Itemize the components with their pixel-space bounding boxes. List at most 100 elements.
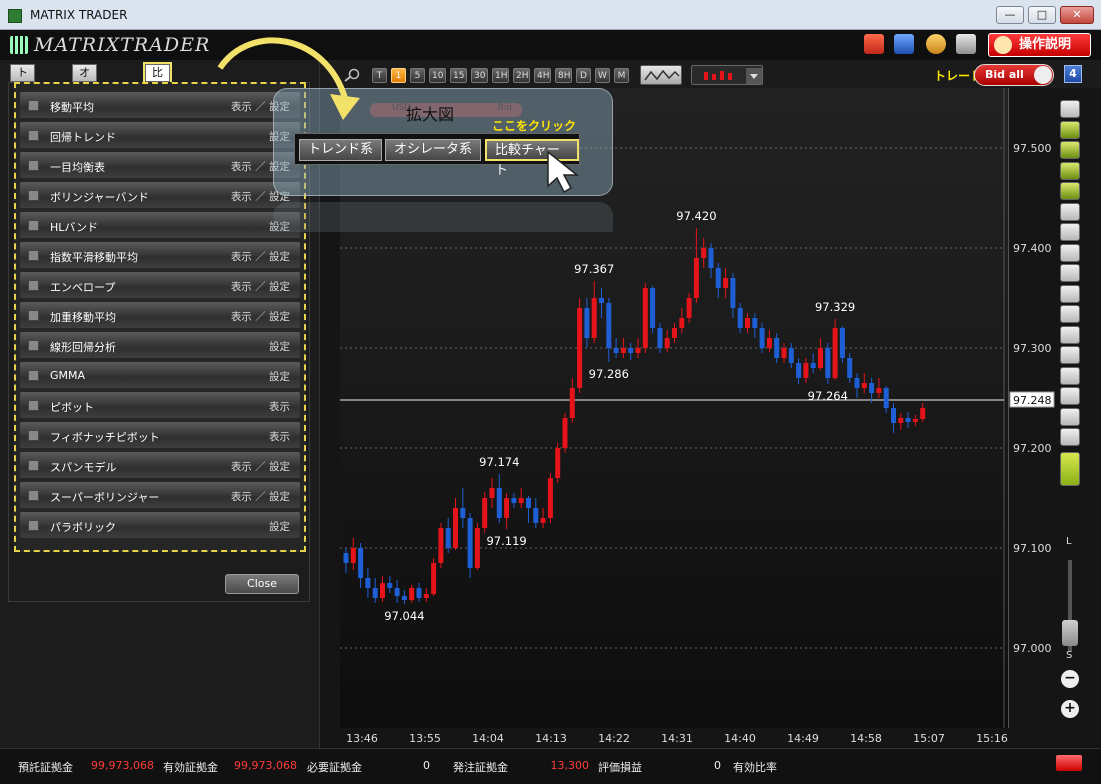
indicator-row[interactable]: 指数平滑移動平均 表示 ／ 設定 bbox=[20, 242, 300, 268]
indicator-row[interactable]: エンベロープ 表示 ／ 設定 bbox=[20, 272, 300, 298]
save-icon[interactable] bbox=[894, 34, 914, 54]
crosshair-icon[interactable] bbox=[1060, 223, 1080, 241]
indicator-row[interactable]: 線形回帰分析 設定 bbox=[20, 332, 300, 358]
click-hint: ここをクリック bbox=[492, 119, 577, 133]
bell-icon[interactable] bbox=[1060, 161, 1080, 180]
timeframe-button[interactable]: 8H bbox=[555, 68, 572, 83]
fan-lines-icon[interactable] bbox=[1060, 346, 1080, 364]
timeframe-button[interactable]: T bbox=[372, 68, 387, 83]
palette-icon[interactable] bbox=[926, 34, 946, 54]
timeframe-button[interactable]: M bbox=[614, 68, 629, 83]
timeframe-button[interactable]: D bbox=[576, 68, 591, 83]
candle-body bbox=[810, 363, 816, 368]
indicator-actions[interactable]: 表示 bbox=[269, 399, 290, 414]
indicator-row[interactable]: ピボット 表示 bbox=[20, 392, 300, 418]
indicator-checkbox[interactable] bbox=[28, 310, 39, 321]
maximize-button[interactable]: □ bbox=[1028, 6, 1056, 24]
color-palette-icon[interactable] bbox=[1060, 452, 1080, 486]
indicator-checkbox[interactable] bbox=[28, 190, 39, 201]
indicator-row[interactable]: スパンモデル 表示 ／ 設定 bbox=[20, 452, 300, 478]
timeframe-button[interactable]: 1H bbox=[492, 68, 509, 83]
candle-body bbox=[891, 408, 896, 423]
printer-icon[interactable] bbox=[956, 34, 976, 54]
zoom-slider-thumb[interactable] bbox=[1062, 620, 1078, 646]
fibonacci-icon[interactable] bbox=[1060, 305, 1080, 323]
timeframe-button[interactable]: 1 bbox=[391, 68, 406, 83]
candle-body bbox=[701, 248, 707, 258]
indicator-checkbox[interactable] bbox=[28, 100, 39, 111]
toolbox-icon[interactable] bbox=[864, 34, 884, 54]
chart-flag-icon[interactable] bbox=[1060, 141, 1080, 159]
gann-icon[interactable] bbox=[1060, 366, 1080, 385]
horizontal-line-icon[interactable] bbox=[1060, 264, 1080, 282]
indicator-actions[interactable]: 設定 bbox=[269, 339, 290, 354]
app-window: MATRIX TRADER — □ ✕ MATRIXTRADER 操作説明 トレ… bbox=[0, 0, 1101, 784]
trend-line-icon[interactable] bbox=[1060, 243, 1080, 262]
home-icon[interactable] bbox=[1056, 755, 1082, 771]
indicator-checkbox[interactable] bbox=[28, 370, 39, 381]
indicator-actions[interactable]: 設定 bbox=[269, 519, 290, 534]
indicator-row[interactable]: ボリンジャーバンド 表示 ／ 設定 bbox=[20, 182, 300, 208]
timeframe-button[interactable]: 10 bbox=[429, 68, 446, 83]
indicator-checkbox[interactable] bbox=[28, 250, 39, 261]
indicator-checkbox[interactable] bbox=[28, 520, 39, 531]
cursor-tool-icon[interactable] bbox=[1060, 202, 1080, 221]
candle-body bbox=[423, 594, 429, 598]
timeframe-button[interactable]: W bbox=[595, 68, 610, 83]
indicator-actions[interactable]: 表示 ／ 設定 bbox=[231, 309, 290, 324]
timeframe-button[interactable]: 5 bbox=[410, 68, 425, 83]
candle-body bbox=[540, 518, 546, 523]
indicator-actions[interactable]: 表示 ／ 設定 bbox=[231, 249, 290, 264]
tab-oscillator[interactable]: オシレータ系 bbox=[72, 64, 97, 159]
minimize-button[interactable]: — bbox=[996, 6, 1024, 24]
timeframe-button[interactable]: 4H bbox=[534, 68, 551, 83]
tab-comparison-chart[interactable]: 比較チャート bbox=[143, 62, 172, 159]
timeframe-button[interactable]: 2H bbox=[513, 68, 530, 83]
indicator-checkbox[interactable] bbox=[28, 220, 39, 231]
panel-count-badge[interactable]: 4 bbox=[1064, 65, 1082, 83]
indicator-checkbox[interactable] bbox=[28, 130, 39, 141]
news-icon[interactable] bbox=[1060, 120, 1080, 139]
zoom-in-button[interactable]: + bbox=[1061, 700, 1079, 718]
candle-body bbox=[438, 528, 444, 563]
help-button[interactable]: 操作説明 bbox=[988, 33, 1091, 57]
indicator-row[interactable]: HLバンド 設定 bbox=[20, 212, 300, 238]
trash-icon[interactable] bbox=[1060, 428, 1080, 446]
drawing-color-icon[interactable] bbox=[1060, 182, 1080, 200]
indicator-row[interactable]: 加重移動平均 表示 ／ 設定 bbox=[20, 302, 300, 328]
indicator-row[interactable]: GMMA 設定 bbox=[20, 362, 300, 388]
tab-trend[interactable]: トレンド系 bbox=[10, 64, 35, 143]
timeframe-button[interactable]: 15 bbox=[450, 68, 467, 83]
parallel-lines-icon[interactable] bbox=[1060, 325, 1080, 344]
indicator-checkbox[interactable] bbox=[28, 340, 39, 351]
indicator-checkbox[interactable] bbox=[28, 490, 39, 501]
indicator-checkbox[interactable] bbox=[28, 280, 39, 291]
chart-type-button[interactable] bbox=[640, 65, 682, 85]
indicator-checkbox[interactable] bbox=[28, 400, 39, 411]
indicator-label: HLバンド bbox=[50, 221, 98, 234]
indicator-checkbox[interactable] bbox=[28, 160, 39, 171]
indicator-row[interactable]: フィボナッチピボット 表示 bbox=[20, 422, 300, 448]
zoom-out-button[interactable]: − bbox=[1061, 670, 1079, 688]
indicator-checkbox[interactable] bbox=[28, 460, 39, 471]
indicator-row[interactable]: スーパーボリンジャー 表示 ／ 設定 bbox=[20, 482, 300, 508]
indicator-actions[interactable]: 表示 ／ 設定 bbox=[231, 459, 290, 474]
bid-all-toggle[interactable]: Bid all bbox=[974, 64, 1054, 86]
indicator-row[interactable]: パラボリック 設定 bbox=[20, 512, 300, 538]
indicator-actions[interactable]: 表示 ／ 設定 bbox=[231, 489, 290, 504]
candle-body bbox=[504, 498, 510, 518]
indicator-row[interactable]: 一目均衡表 表示 ／ 設定 bbox=[20, 152, 300, 178]
candle-style-dropdown[interactable] bbox=[691, 65, 763, 85]
indicator-actions[interactable]: 表示 ／ 設定 bbox=[231, 279, 290, 294]
ruler-icon[interactable] bbox=[1060, 387, 1080, 405]
indicator-checkbox[interactable] bbox=[28, 430, 39, 441]
info-icon[interactable] bbox=[1060, 100, 1080, 118]
close-button[interactable]: Close bbox=[225, 574, 299, 594]
close-window-button[interactable]: ✕ bbox=[1060, 6, 1094, 24]
indicator-actions[interactable]: 表示 bbox=[269, 429, 290, 444]
candle-body bbox=[474, 528, 480, 568]
vertical-line-icon[interactable] bbox=[1060, 284, 1080, 303]
timeframe-button[interactable]: 30 bbox=[471, 68, 488, 83]
indicator-actions[interactable]: 設定 bbox=[269, 369, 290, 384]
eraser-icon[interactable] bbox=[1060, 407, 1080, 426]
